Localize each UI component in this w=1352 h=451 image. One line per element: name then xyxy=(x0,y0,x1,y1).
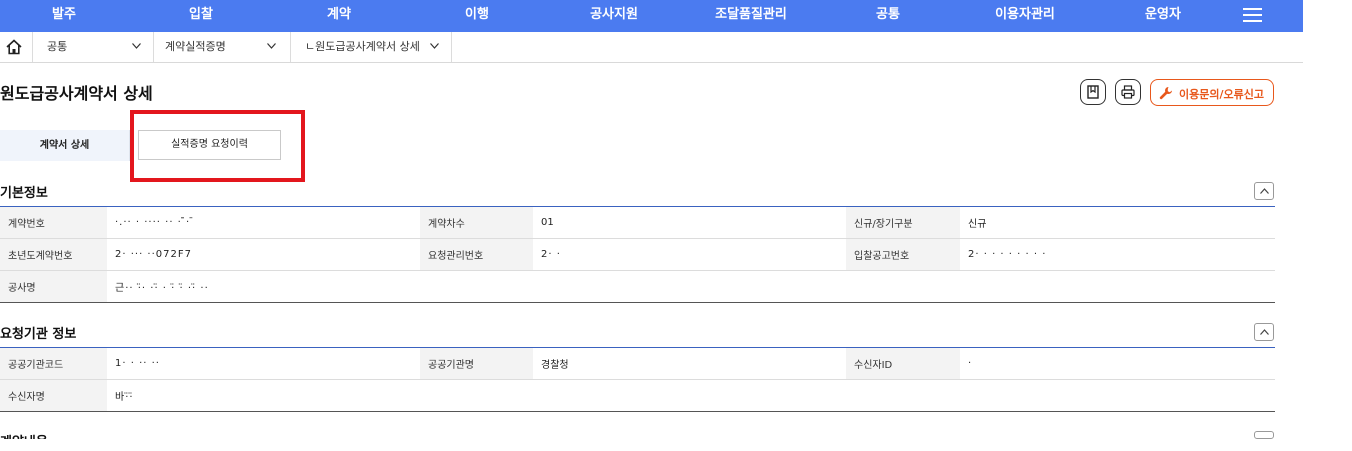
field-label: 요청관리번호 xyxy=(420,238,533,271)
field-value: 바·̈·̈ xyxy=(107,379,1275,412)
breadcrumb-label: 공통 xyxy=(47,40,68,53)
print-button[interactable] xyxy=(1115,79,1141,105)
tab-performance-request-history[interactable]: 실적증명 요청이력 xyxy=(138,130,281,160)
nav-item-quality[interactable]: 조달품질관리 xyxy=(715,0,787,30)
nav-item-contract[interactable]: 계약 xyxy=(327,0,351,30)
breadcrumb-dropdown-contract-detail[interactable]: ㄴ원도급공사계약서 상세 xyxy=(290,32,451,62)
field-label: 공공기관코드 xyxy=(0,347,107,380)
breadcrumb-dropdown-performance-cert[interactable]: 계약실적증명 xyxy=(153,32,290,62)
chevron-down-icon xyxy=(267,43,276,49)
field-value: 2· · xyxy=(533,238,846,271)
section-title-contract-content: 계약내용 xyxy=(0,431,48,439)
field-value: 경찰청 xyxy=(533,347,846,380)
field-value: · xyxy=(960,347,1275,380)
field-label: 입찰공고번호 xyxy=(846,238,960,271)
field-value: 2· ··· ··072F7 xyxy=(107,238,420,271)
table-row: 공사명 근·· ·̈· ··̈ · ·̈ ·̈ ··̈ ·· xyxy=(0,270,1275,303)
breadcrumb: 공통 계약실적증명 ㄴ원도급공사계약서 상세 xyxy=(0,32,1303,63)
field-value: ·.·· · ···· ·· · ̄̄· ̄ xyxy=(107,206,420,239)
section-title-agency-info: 요청기관 정보 xyxy=(0,327,77,342)
basic-info-table: 계약번호 ·.·· · ···· ·· · ̄̄· ̄ 계약차수 01 신규/장… xyxy=(0,206,1275,303)
table-row: 초년도계약번호 2· ··· ··072F7 요청관리번호 2· · 입찰공고번… xyxy=(0,238,1275,271)
field-label: 수신자ID xyxy=(846,347,960,380)
field-label: 계약번호 xyxy=(0,206,107,239)
nav-item-operator[interactable]: 운영자 xyxy=(1145,0,1181,30)
report-error-label: 이용문의/오류신고 xyxy=(1179,88,1264,101)
bookmark-icon xyxy=(1087,85,1099,99)
field-label: 공공기관명 xyxy=(420,347,533,380)
table-row: 공공기관코드 1· · ·· ·· 공공기관명 경찰청 수신자ID · xyxy=(0,347,1275,380)
collapse-agency-info-button[interactable] xyxy=(1254,323,1274,341)
wrench-icon xyxy=(1159,87,1172,100)
field-label: 수신자명 xyxy=(0,379,107,412)
page-title: 원도급공사계약서 상세 xyxy=(0,84,153,103)
breadcrumb-dropdown-common[interactable]: 공통 xyxy=(32,32,153,62)
field-label: 초년도계약번호 xyxy=(0,238,107,271)
chevron-up-icon xyxy=(1260,329,1269,335)
bookmark-button[interactable] xyxy=(1080,79,1106,105)
top-navigation: 발주 입찰 계약 이행 공사지원 조달품질관리 공통 이용자관리 운영자 xyxy=(0,0,1303,32)
agency-info-table: 공공기관코드 1· · ·· ·· 공공기관명 경찰청 수신자ID · 수신자명… xyxy=(0,347,1275,412)
print-icon xyxy=(1121,85,1135,99)
nav-item-performance[interactable]: 이행 xyxy=(465,0,489,30)
collapse-contract-content-button[interactable] xyxy=(1254,431,1274,439)
nav-item-order[interactable]: 발주 xyxy=(52,0,76,30)
report-error-button[interactable]: 이용문의/오류신고 xyxy=(1150,79,1274,106)
breadcrumb-divider xyxy=(451,32,452,62)
breadcrumb-label: ㄴ원도급공사계약서 상세 xyxy=(305,40,420,53)
field-label: 공사명 xyxy=(0,270,107,303)
collapse-basic-info-button[interactable] xyxy=(1254,182,1274,200)
breadcrumb-label: 계약실적증명 xyxy=(165,40,226,53)
nav-item-bid[interactable]: 입찰 xyxy=(189,0,213,30)
field-label: 신규/장기구분 xyxy=(846,206,960,239)
table-row: 수신자명 바·̈·̈ xyxy=(0,379,1275,412)
chevron-up-icon xyxy=(1260,188,1269,194)
home-icon[interactable] xyxy=(5,38,23,56)
chevron-down-icon xyxy=(132,43,141,49)
nav-item-construction-support[interactable]: 공사지원 xyxy=(590,0,638,30)
section-title-basic-info: 기본정보 xyxy=(0,186,48,201)
table-row: 계약번호 ·.·· · ···· ·· · ̄̄· ̄ 계약차수 01 신규/장… xyxy=(0,206,1275,239)
nav-item-common[interactable]: 공통 xyxy=(876,0,900,30)
field-value: 2· · · · · · · · · xyxy=(960,238,1275,271)
nav-item-user-admin[interactable]: 이용자관리 xyxy=(995,0,1055,30)
field-value: 신규 xyxy=(960,206,1275,239)
field-value: 근·· ·̈· ··̈ · ·̈ ·̈ ··̈ ·· xyxy=(107,270,1275,303)
chevron-down-icon xyxy=(430,43,439,49)
field-label: 계약차수 xyxy=(420,206,533,239)
field-value: 01 xyxy=(533,206,846,239)
hamburger-icon[interactable] xyxy=(1243,8,1262,23)
field-value: 1· · ·· ·· xyxy=(107,347,420,380)
tab-contract-detail[interactable]: 계약서 상세 xyxy=(0,130,130,161)
